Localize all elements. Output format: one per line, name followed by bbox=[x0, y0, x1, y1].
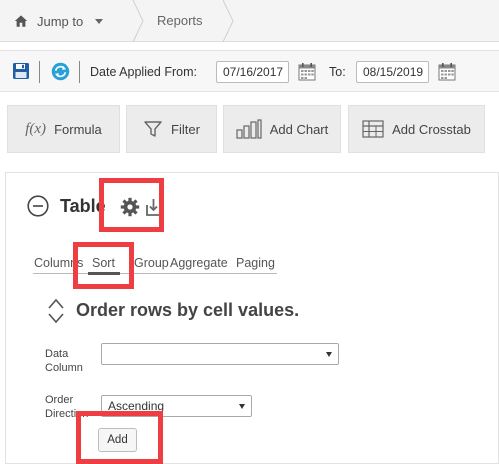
refresh-icon[interactable] bbox=[51, 62, 70, 81]
date-toolbar: Date Applied From: 07/16/2017 To: 08/15/… bbox=[0, 50, 499, 92]
chevron-down-icon bbox=[326, 352, 332, 357]
jump-to-menu[interactable]: Jump to bbox=[0, 0, 132, 42]
home-icon bbox=[14, 15, 28, 27]
tab-paging[interactable]: Paging bbox=[236, 256, 275, 270]
calendar-icon[interactable] bbox=[298, 62, 316, 81]
save-icon[interactable] bbox=[12, 62, 30, 80]
crosstab-icon bbox=[362, 120, 384, 138]
bar-chart-icon bbox=[236, 119, 262, 139]
data-column-label-line: Data bbox=[45, 348, 69, 360]
sort-icon bbox=[48, 298, 64, 324]
date-from-label: Date Applied From: bbox=[90, 65, 197, 79]
data-column-select[interactable] bbox=[101, 343, 339, 365]
breadcrumb-bar: Jump to Reports bbox=[0, 0, 499, 42]
chevron-down-icon bbox=[239, 404, 245, 409]
highlight-box-add bbox=[76, 411, 163, 464]
filter-icon bbox=[143, 119, 163, 139]
calendar-icon[interactable] bbox=[438, 62, 456, 81]
formula-icon: f(x) bbox=[25, 120, 47, 137]
breadcrumb-separator-icon bbox=[222, 0, 234, 42]
toolbar-divider bbox=[39, 61, 40, 83]
breadcrumb-reports[interactable]: Reports bbox=[157, 0, 203, 42]
highlight-box-sort-tab bbox=[73, 242, 134, 289]
data-column-label-line: Column bbox=[45, 362, 83, 374]
collapse-icon[interactable] bbox=[27, 195, 49, 217]
highlight-box-gear bbox=[99, 178, 164, 232]
jump-to-label: Jump to bbox=[37, 13, 84, 29]
formula-button[interactable]: f(x) Formula bbox=[7, 105, 120, 153]
date-to-label: To: bbox=[329, 65, 346, 79]
breadcrumb-separator-icon bbox=[132, 0, 144, 42]
add-chart-label: Add Chart bbox=[269, 121, 329, 137]
add-crosstab-button[interactable]: Add Crosstab bbox=[348, 105, 485, 153]
data-column-label: Data Column bbox=[45, 347, 83, 375]
chevron-down-icon bbox=[95, 18, 104, 24]
tabs-underline bbox=[33, 273, 277, 274]
toolbar-divider bbox=[79, 61, 80, 83]
date-from-input[interactable]: 07/16/2017 bbox=[216, 61, 289, 83]
filter-label: Filter bbox=[171, 121, 200, 137]
add-crosstab-label: Add Crosstab bbox=[392, 121, 471, 137]
sort-heading: Order rows by cell values. bbox=[76, 300, 300, 320]
formula-label: Formula bbox=[54, 121, 102, 137]
date-to-input[interactable]: 08/15/2019 bbox=[356, 61, 429, 83]
tab-aggregate[interactable]: Aggregate bbox=[170, 256, 228, 270]
filter-button[interactable]: Filter bbox=[126, 105, 217, 153]
order-direction-label-line: Order bbox=[45, 394, 74, 406]
add-chart-button[interactable]: Add Chart bbox=[223, 105, 341, 153]
tab-group[interactable]: Group bbox=[134, 256, 169, 270]
